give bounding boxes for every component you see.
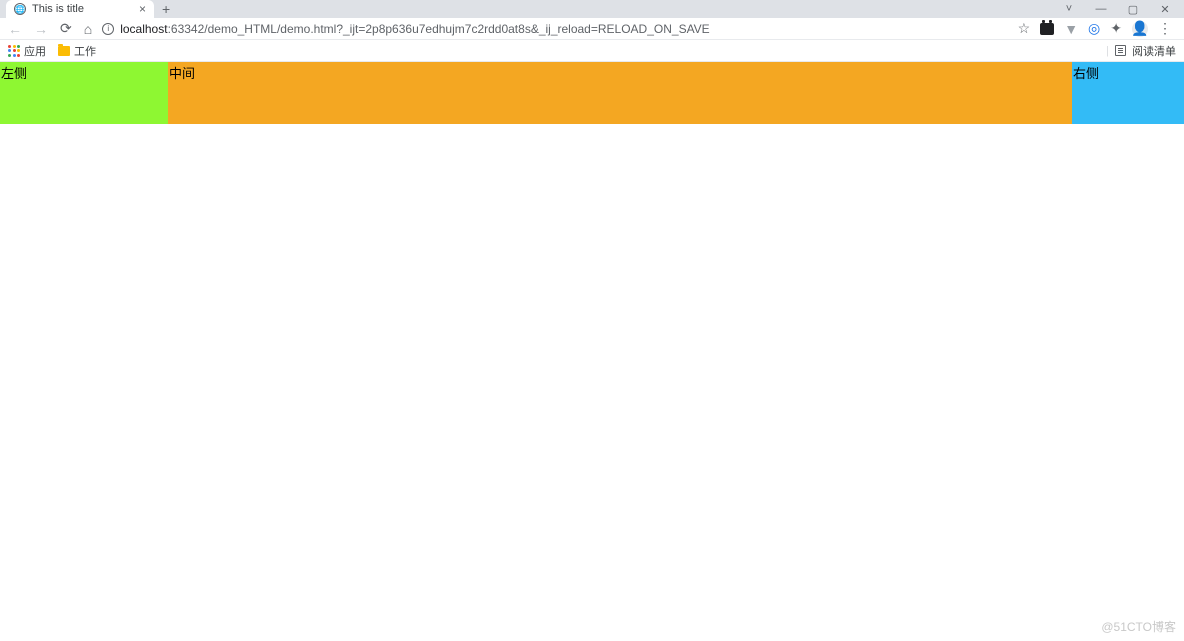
url-host: localhost [120,22,167,36]
watermark: @51CTO博客 [1101,618,1176,635]
window-controls: ˅ — ▢ ✕ [1062,3,1184,16]
extensions-icon[interactable]: ✦ [1110,20,1122,37]
home-button[interactable]: ⌂ [84,21,92,37]
reading-list[interactable]: | 阅读清单 [1106,43,1176,59]
back-button[interactable]: ← [8,21,22,37]
divider: | [1106,45,1109,57]
url-text: localhost:63342/demo_HTML/demo.html?_ijt… [120,22,709,36]
nav-controls: ← → ⟳ ⌂ [8,20,92,37]
info-icon[interactable]: i [102,23,114,35]
url-port: :63342 [168,22,205,36]
tab-title: This is title [32,3,133,15]
address-bar: ← → ⟳ ⌂ i localhost:63342/demo_HTML/demo… [0,18,1184,40]
column-right-label: 右侧 [1072,62,1184,82]
column-left-label: 左侧 [0,62,168,82]
bookmark-folder-work[interactable]: 工作 [58,43,96,59]
reload-button[interactable]: ⟳ [60,20,72,37]
extension-v-icon[interactable]: ▼ [1064,21,1078,37]
new-tab-button[interactable]: + [162,1,170,17]
browser-tab[interactable]: 🌐 This is title × [6,0,154,18]
extension-target-icon[interactable]: ◎ [1088,20,1100,37]
menu-icon[interactable]: ⋮ [1158,20,1172,37]
close-icon[interactable]: × [139,2,146,16]
column-left: 左侧 [0,62,168,124]
folder-icon [58,46,70,56]
extension-cat-icon[interactable] [1040,23,1054,35]
url-path: /demo_HTML/demo.html?_ijt=2p8p636u7edhuj… [204,22,709,36]
reading-list-icon [1115,45,1126,56]
reading-list-label: 阅读清单 [1132,43,1176,59]
chevron-down-icon[interactable]: ˅ [1062,3,1076,16]
minimize-button[interactable]: — [1094,3,1108,16]
bookmarks-bar: 应用 工作 | 阅读清单 [0,40,1184,62]
star-icon[interactable]: ☆ [1018,20,1031,37]
bookmark-apps-label: 应用 [24,43,46,59]
apps-icon [8,45,20,57]
globe-icon: 🌐 [14,3,26,15]
bookmark-folder-label: 工作 [74,43,96,59]
column-middle: 中间 [168,62,1072,124]
profile-avatar[interactable]: 👤 [1132,21,1148,37]
maximize-button[interactable]: ▢ [1126,3,1140,16]
column-right: 右侧 [1072,62,1184,124]
column-middle-label: 中间 [168,62,1072,82]
close-button[interactable]: ✕ [1158,3,1172,16]
tab-bar: 🌐 This is title × + ˅ — ▢ ✕ [0,0,1184,18]
page-content: 左侧 中间 右侧 [0,62,1184,124]
toolbar-right: ☆ ▼ ◎ ✦ 👤 ⋮ [1018,20,1176,37]
bookmark-apps[interactable]: 应用 [8,43,46,59]
forward-button[interactable]: → [34,21,48,37]
url-box[interactable]: i localhost:63342/demo_HTML/demo.html?_i… [102,22,1007,36]
